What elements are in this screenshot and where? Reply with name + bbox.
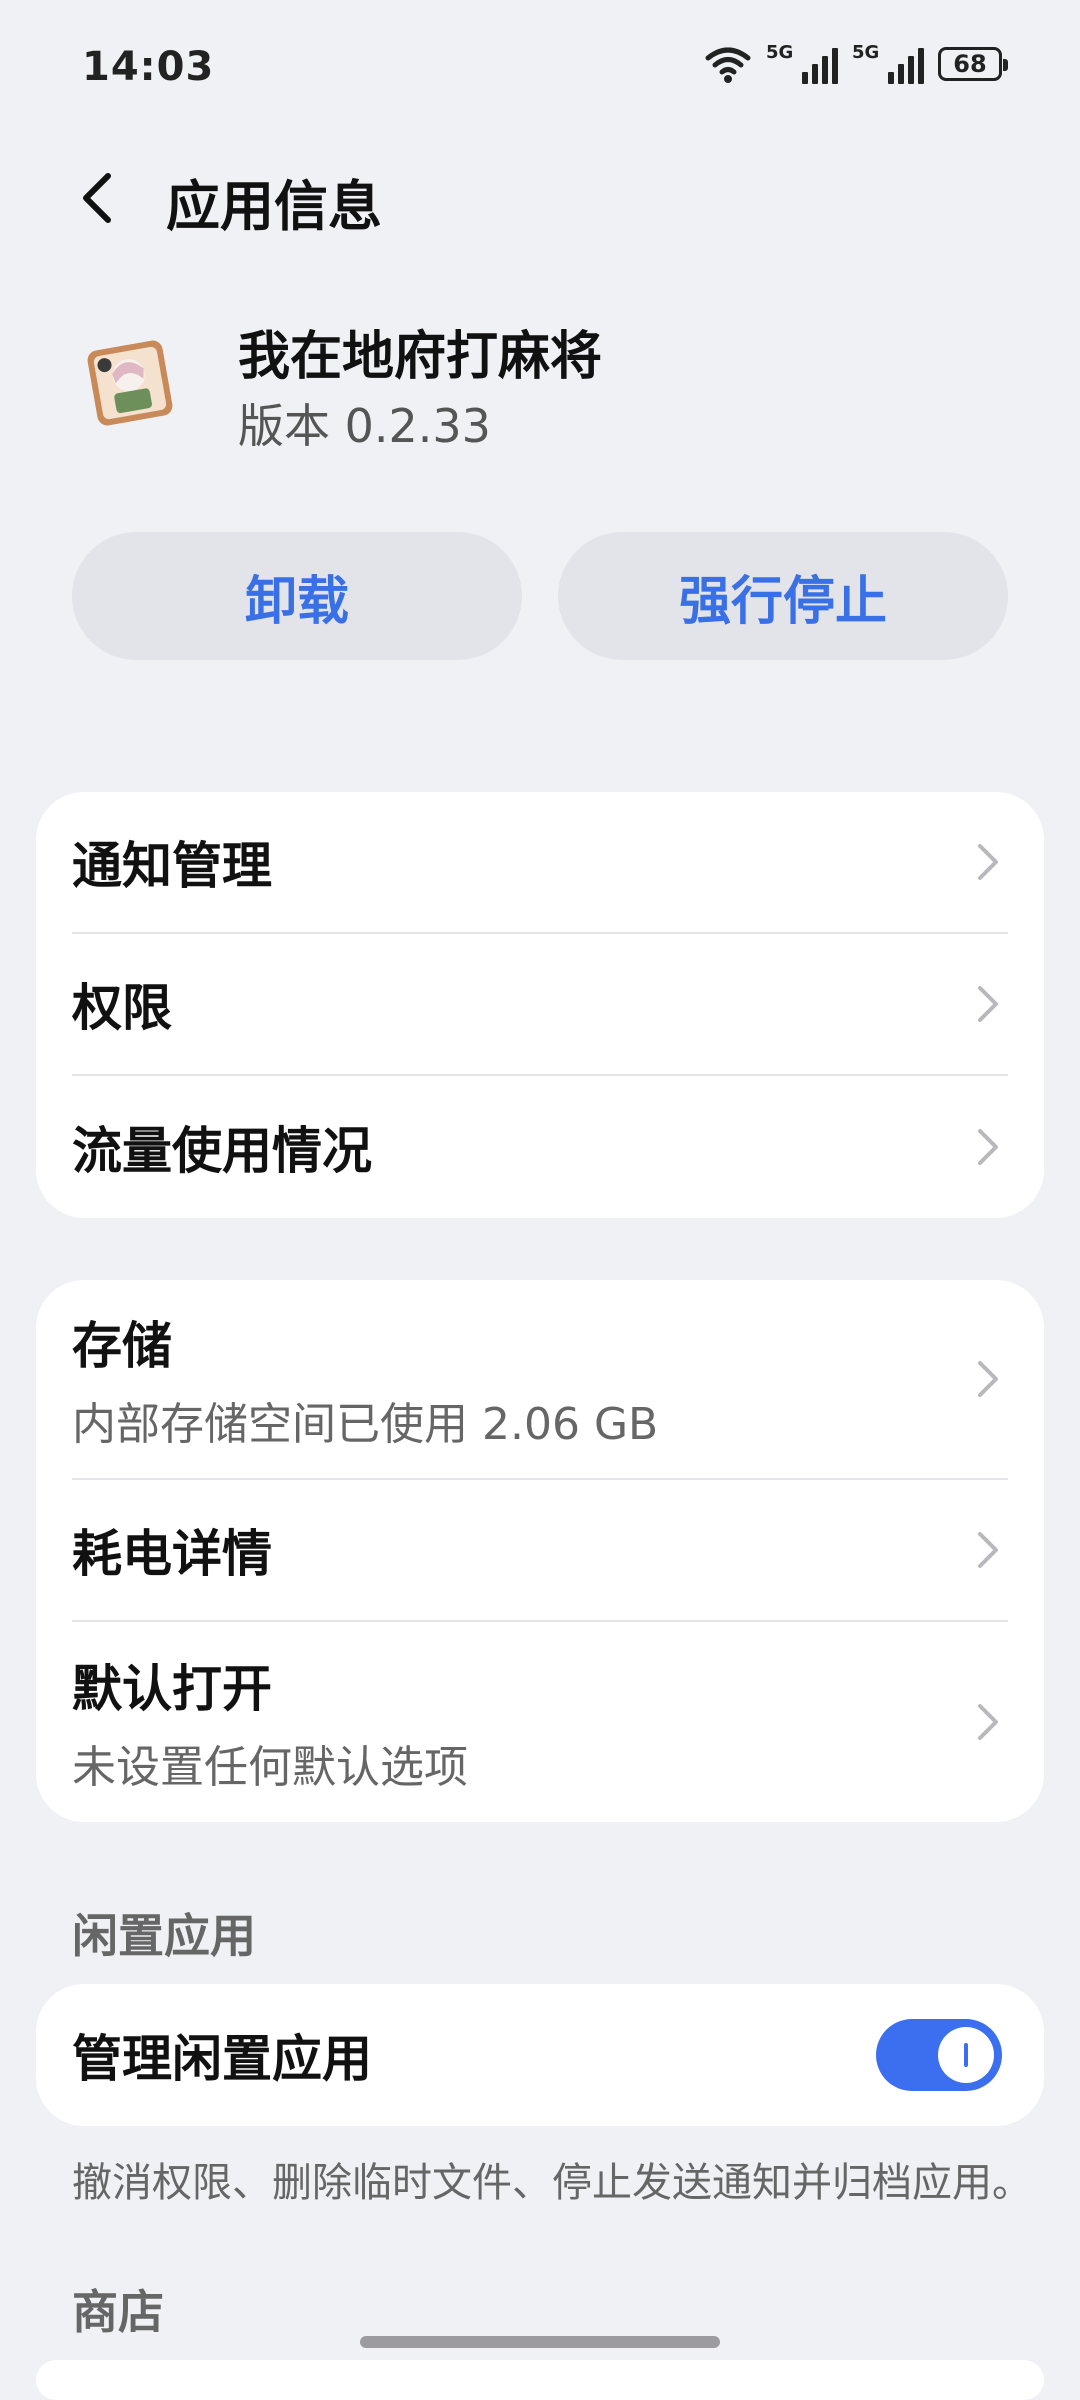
app-version: 版本 0.2.33 (238, 399, 491, 453)
store-card (36, 2360, 1044, 2400)
row-label: 通知管理 (72, 837, 272, 895)
chevron-right-icon (978, 1704, 998, 1740)
home-indicator[interactable] (360, 2336, 720, 2348)
row-label: 管理闲置应用 (72, 2030, 372, 2088)
mahjong-game-icon (87, 340, 173, 426)
settings-card-1: 通知管理 权限 流量使用情况 (36, 792, 1044, 1218)
chevron-right-icon (978, 1361, 998, 1397)
settings-card-2: 存储 内部存储空间已使用 2.06 GB 耗电详情 默认打开 未设置任何默认选项 (36, 1280, 1044, 1822)
back-arrow-icon[interactable] (70, 168, 130, 228)
signal-sim1-icon: 5G (766, 42, 838, 84)
chevron-right-icon (978, 1129, 998, 1165)
row-label: 默认打开 (72, 1660, 272, 1718)
signal-sim2-icon: 5G (852, 42, 924, 84)
idle-apps-card: 管理闲置应用 (36, 1984, 1044, 2126)
manage-idle-apps-toggle[interactable] (876, 2019, 1002, 2091)
store-section-label: 商店 (72, 2285, 164, 2339)
chevron-right-icon (978, 844, 998, 880)
row-label: 流量使用情况 (72, 1122, 372, 1180)
default-open-status: 未设置任何默认选项 (72, 1742, 468, 1793)
chevron-right-icon (978, 1532, 998, 1568)
uninstall-button[interactable]: 卸载 (72, 532, 522, 660)
data-usage-row[interactable]: 流量使用情况 (72, 1076, 1008, 1218)
idle-apps-section-label: 闲置应用 (72, 1909, 256, 1963)
status-bar: 14:03 5G 5G 68 (0, 0, 1080, 130)
status-icons: 5G 5G 68 (704, 40, 1008, 88)
toggle-knob (938, 2027, 994, 2083)
header: 应用信息 (0, 150, 1080, 250)
app-name: 我在地府打麻将 (238, 327, 603, 387)
storage-row[interactable]: 存储 内部存储空间已使用 2.06 GB (72, 1280, 1008, 1480)
manage-idle-apps-row[interactable]: 管理闲置应用 (72, 1984, 1008, 2126)
force-stop-button[interactable]: 强行停止 (558, 532, 1008, 660)
battery-usage-row[interactable]: 耗电详情 (72, 1480, 1008, 1622)
battery-icon: 68 (938, 47, 1008, 81)
idle-apps-description: 撤消权限、删除临时文件、停止发送通知并归档应用。 (72, 2160, 1032, 2206)
notification-management-row[interactable]: 通知管理 (72, 792, 1008, 934)
wifi-icon (705, 47, 751, 83)
status-time: 14:03 (82, 44, 215, 90)
row-label: 权限 (72, 979, 172, 1037)
page-title: 应用信息 (166, 175, 382, 238)
battery-level: 68 (953, 50, 987, 78)
chevron-right-icon (978, 986, 998, 1022)
row-label: 耗电详情 (72, 1525, 272, 1583)
row-label: 存储 (72, 1317, 172, 1375)
permissions-row[interactable]: 权限 (72, 934, 1008, 1076)
storage-used-text: 内部存储空间已使用 2.06 GB (72, 1399, 659, 1450)
open-by-default-row[interactable]: 默认打开 未设置任何默认选项 (72, 1622, 1008, 1822)
